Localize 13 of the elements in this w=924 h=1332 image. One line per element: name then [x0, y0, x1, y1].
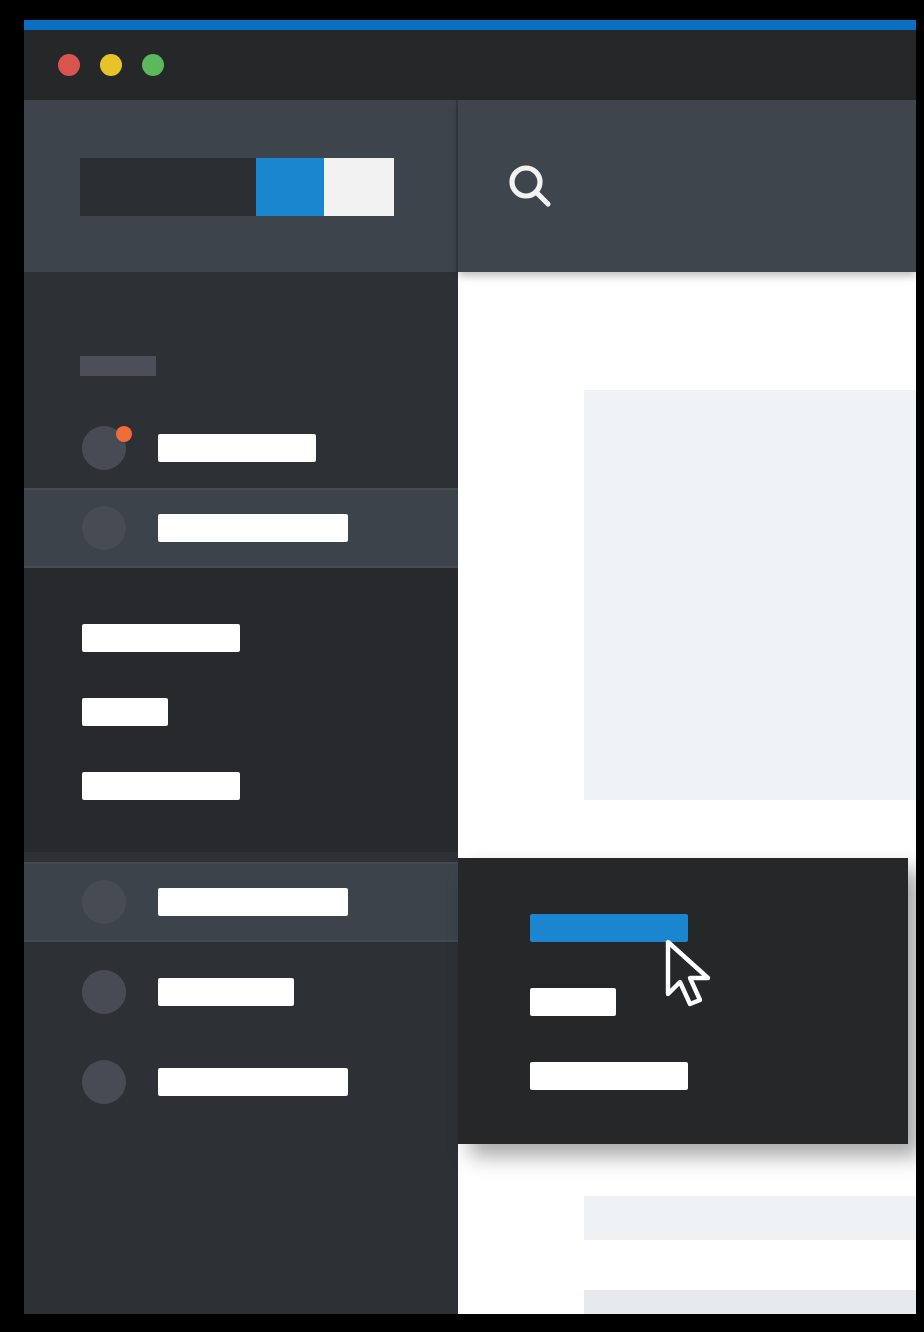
circle-icon [82, 1060, 126, 1104]
circle-icon [82, 426, 126, 470]
maximize-button[interactable] [142, 54, 164, 76]
cursor-icon [664, 938, 716, 1012]
section-label-placeholder [80, 356, 156, 376]
circle-icon [82, 970, 126, 1014]
close-button[interactable] [58, 54, 80, 76]
minimize-button[interactable] [100, 54, 122, 76]
sidebar-item[interactable] [24, 862, 458, 942]
search-icon[interactable] [506, 162, 554, 210]
logo-icon [80, 157, 394, 215]
sidebar-item[interactable] [24, 488, 458, 568]
text-placeholder [158, 978, 294, 1006]
